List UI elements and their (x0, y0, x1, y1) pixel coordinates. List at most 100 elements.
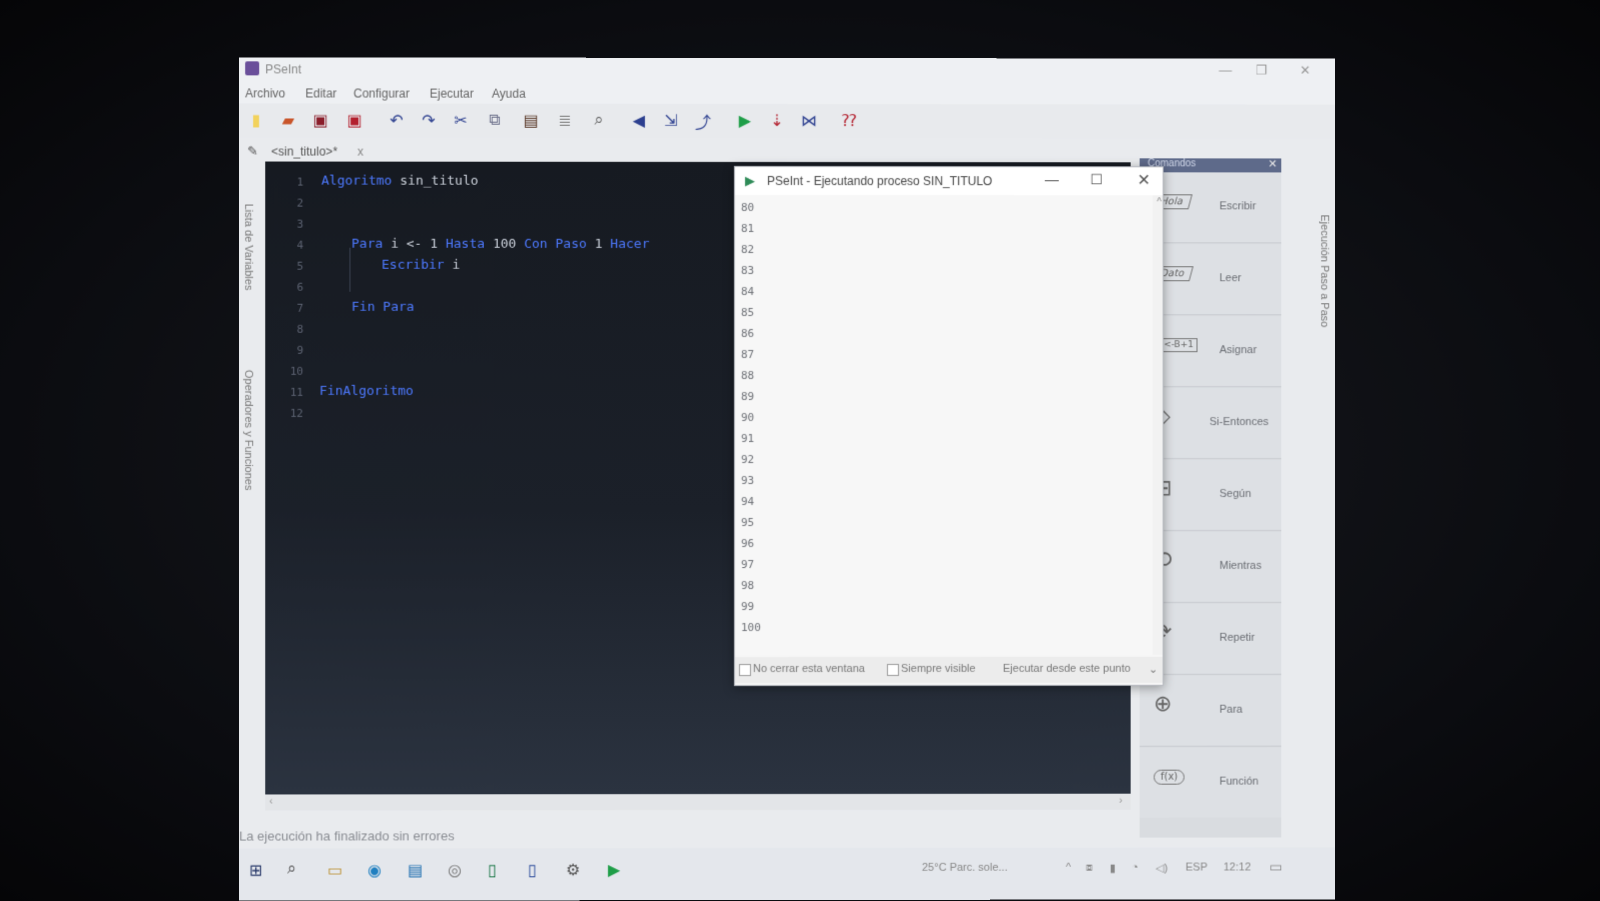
menu-editar[interactable]: Editar (305, 86, 336, 100)
command-para[interactable]: ⊕ Para (1140, 676, 1282, 747)
minimize-icon[interactable]: — (1045, 171, 1059, 187)
chevron-down-icon[interactable]: ⌄ (1149, 663, 1158, 676)
scroll-left-icon[interactable]: ‹ (269, 795, 273, 807)
variables-panel-tab[interactable]: Lista de Variables (242, 204, 254, 291)
close-icon[interactable]: ✕ (1268, 157, 1277, 170)
copy-icon[interactable]: ⧉ (484, 110, 506, 132)
clock[interactable]: 12:12 (1223, 861, 1250, 873)
toolbar: ▮ ▰ ▣ ▣ ↶ ↷ ✂ ⧉ ▤ ≣ ⌕ ◀ ⇲ ⤴ ▶ ⇣ ⋈ ⁇ (239, 103, 1335, 138)
menu-ayuda[interactable]: Ayuda (492, 87, 526, 101)
no-close-checkbox[interactable] (739, 664, 751, 676)
battery-icon[interactable]: ▮ (1110, 862, 1116, 875)
word-icon[interactable]: ▯ (528, 860, 537, 880)
tab-close-icon[interactable]: x (357, 145, 363, 159)
run-from-here-button[interactable]: Ejecutar desde este punto (1003, 663, 1131, 675)
code-line-11: FinAlgoritmo (319, 384, 413, 399)
undo-icon[interactable]: ↶ (386, 110, 408, 132)
new-file-icon[interactable]: ▮ (245, 109, 267, 131)
command-label: Mientras (1219, 560, 1261, 572)
menu-archivo[interactable]: Archivo (245, 86, 285, 100)
scroll-up-icon[interactable]: ^ (1157, 197, 1162, 208)
line-number: 1 (279, 176, 303, 189)
pseint-logo-icon (245, 61, 259, 75)
chevron-up-icon[interactable]: ^ (1066, 862, 1071, 874)
step-execution-tab[interactable]: Ejecución Paso a Paso (1318, 214, 1330, 327)
file-explorer-icon[interactable]: ▤ (408, 860, 423, 880)
number: 1 (430, 237, 438, 252)
language-indicator[interactable]: ESP (1186, 862, 1208, 874)
step-icon[interactable]: ⇣ (766, 110, 788, 132)
network-icon[interactable]: ⧈ (1086, 862, 1093, 875)
output-line: 98 (741, 579, 754, 592)
windows-start-icon[interactable]: ⊞ (249, 861, 262, 881)
close-icon[interactable]: ✕ (1137, 170, 1150, 190)
wifi-icon[interactable]: ◔ (1132, 862, 1139, 874)
horizontal-scrollbar[interactable]: ‹ › (265, 794, 1130, 811)
execution-window: ▶ PSeInt - Ejecutando proceso SIN_TITULO… (734, 166, 1164, 686)
output-line: 85 (741, 306, 754, 319)
keyword: Con Paso (524, 237, 587, 252)
close-icon[interactable]: ✕ (1291, 63, 1319, 79)
output-scrollbar[interactable] (1153, 195, 1163, 655)
weather-text[interactable]: 25°C Parc. sole... (922, 862, 1008, 874)
notifications-icon[interactable]: ▭ (1269, 858, 1282, 875)
chrome-icon[interactable]: ◎ (448, 860, 462, 880)
execution-output[interactable]: 80 81 82 83 84 85 86 87 88 89 90 91 92 9… (735, 195, 1153, 655)
line-number: 12 (279, 407, 303, 420)
menu-bar: Archivo Editar Configurar Ejecutar Ayuda (239, 83, 1335, 104)
restore-icon[interactable]: ❐ (1247, 63, 1275, 79)
open-folder-icon[interactable]: ▰ (277, 109, 299, 131)
task-view-icon[interactable]: ▭ (327, 860, 342, 880)
run-icon[interactable]: ▶ (734, 110, 756, 132)
comment-icon[interactable]: ⤴ (692, 110, 714, 132)
cut-icon[interactable]: ✂ (450, 110, 472, 132)
window-title: PSeInt (265, 62, 301, 76)
volume-icon[interactable]: ◁) (1156, 862, 1168, 875)
save-icon[interactable]: ▣ (309, 109, 331, 131)
text-icon[interactable]: ≣ (554, 110, 576, 132)
scroll-right-icon[interactable]: › (1119, 795, 1123, 807)
run-icon: ▶ (745, 173, 755, 189)
line-number: 9 (279, 344, 303, 357)
output-line: 86 (741, 327, 754, 340)
command-label: Repetir (1219, 632, 1254, 644)
line-number: 10 (279, 365, 303, 378)
maximize-icon[interactable]: ☐ (1090, 171, 1103, 188)
pseint-taskbar-icon[interactable]: ⚙ (566, 860, 580, 880)
menu-configurar[interactable]: Configurar (353, 87, 409, 101)
identifier: i (391, 237, 399, 252)
edge-icon[interactable]: ◉ (367, 860, 381, 880)
store-icon[interactable]: ▯ (488, 860, 497, 880)
save-as-icon[interactable]: ▣ (343, 110, 365, 132)
run-taskbar-icon[interactable]: ▶ (608, 860, 620, 880)
flowchart-icon[interactable]: ⋈ (798, 110, 820, 132)
keyword: Para (351, 237, 382, 252)
indent-guide (349, 248, 350, 292)
minimize-icon[interactable]: — (1211, 63, 1239, 78)
line-number: 11 (279, 386, 303, 399)
always-visible-checkbox[interactable] (887, 664, 899, 676)
output-line: 83 (741, 264, 754, 277)
indent-icon[interactable]: ◀ (628, 110, 650, 132)
line-number: 8 (279, 323, 303, 336)
help-icon[interactable]: ⁇ (838, 110, 860, 132)
line-number: 7 (279, 302, 303, 315)
line-number: 4 (279, 239, 303, 252)
outdent-icon[interactable]: ⇲ (660, 110, 682, 132)
output-line: 93 (741, 474, 754, 487)
menu-ejecutar[interactable]: Ejecutar (430, 87, 474, 101)
pin-icon[interactable]: ✎ (247, 143, 258, 159)
find-icon[interactable]: ⌕ (588, 110, 610, 132)
tab-sin-titulo[interactable]: <sin_titulo>* (271, 144, 337, 158)
output-line: 92 (741, 453, 754, 466)
redo-icon[interactable]: ↷ (418, 110, 440, 132)
output-line: 100 (741, 621, 761, 634)
paste-icon[interactable]: ▤ (520, 110, 542, 132)
output-line: 90 (741, 411, 754, 424)
operators-panel-tab[interactable]: Operadores y Funciones (242, 370, 254, 491)
output-line: 89 (741, 390, 754, 403)
line-number: 2 (279, 197, 303, 210)
command-funcion[interactable]: f(x) Función (1140, 748, 1282, 818)
right-side-panel: Ejecución Paso a Paso (1313, 162, 1335, 462)
search-icon[interactable]: ⌕ (287, 861, 296, 879)
